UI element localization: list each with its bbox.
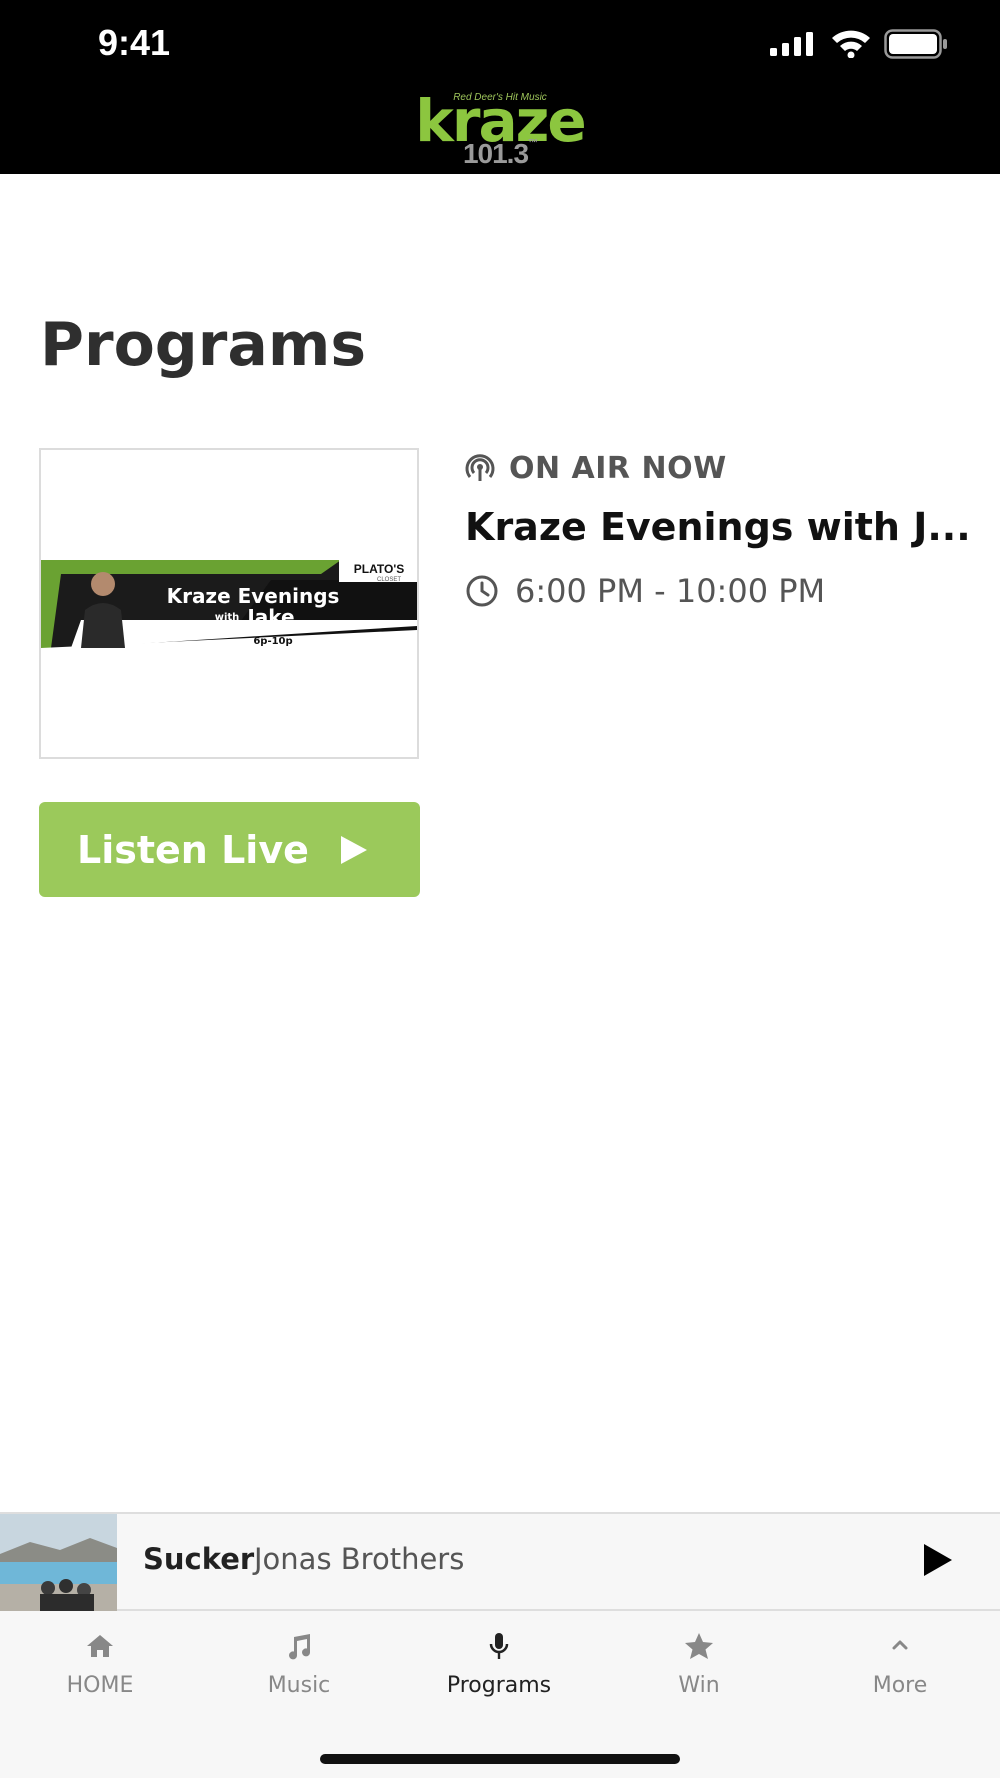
on-air-indicator: ON AIR NOW <box>465 448 727 488</box>
star-icon <box>685 1633 713 1659</box>
microphone-icon <box>489 1633 509 1659</box>
tab-bar: HOME Music Programs Win More <box>0 1611 1000 1778</box>
program-time-label: 6:00 PM - 10:00 PM <box>515 572 826 610</box>
tab-more-label: More <box>872 1673 928 1698</box>
logo-frequency: 101.3™ <box>462 138 538 169</box>
program-image[interactable]: Kraze Evenings with Jake 6p-10p PLATO'S … <box>39 448 419 759</box>
tab-music-label: Music <box>267 1673 331 1698</box>
tab-home[interactable]: HOME <box>10 1629 190 1698</box>
banner-title-with: with <box>215 612 240 623</box>
listen-live-label: Listen Live <box>77 827 309 872</box>
tab-programs-label: Programs <box>446 1673 552 1698</box>
page-title: Programs <box>40 310 367 380</box>
station-logo: Red Deer's Hit Music kraze 101.3™ <box>400 92 600 172</box>
tab-win-label: Win <box>678 1673 720 1698</box>
now-playing-title: Sucker <box>143 1542 255 1576</box>
play-button[interactable] <box>922 1542 954 1578</box>
program-banner: Kraze Evenings with Jake 6p-10p PLATO'S … <box>41 560 417 648</box>
music-note-icon <box>289 1634 311 1660</box>
tab-music[interactable]: Music <box>209 1629 389 1698</box>
play-icon <box>340 835 367 864</box>
broadcast-icon <box>465 454 495 481</box>
cellular-signal-icon <box>770 32 813 56</box>
tab-more[interactable]: More <box>810 1629 990 1698</box>
sponsor-logo-sub: CLOSET <box>377 577 401 583</box>
sponsor-logo: PLATO'S <box>354 562 404 576</box>
tab-home-label: HOME <box>66 1673 134 1698</box>
app-header: 9:41 Red Deer's Hit Music kraze 101.3™ <box>0 0 1000 174</box>
status-time: 9:41 <box>98 22 171 63</box>
program-name[interactable]: Kraze Evenings with J... <box>465 502 975 552</box>
battery-icon <box>884 29 947 59</box>
banner-hours: 6p-10p <box>253 636 292 647</box>
on-air-label: ON AIR NOW <box>509 450 727 486</box>
tab-win[interactable]: Win <box>609 1629 789 1698</box>
listen-live-button[interactable]: Listen Live <box>39 802 420 897</box>
chevron-up-icon <box>892 1640 908 1650</box>
wifi-icon <box>832 30 870 58</box>
tab-programs[interactable]: Programs <box>409 1629 589 1698</box>
now-playing-bar[interactable]: Sucker Jonas Brothers <box>0 1512 1000 1611</box>
program-time: 6:00 PM - 10:00 PM <box>465 572 825 610</box>
home-icon <box>87 1635 113 1657</box>
home-indicator[interactable] <box>320 1754 680 1764</box>
album-art <box>0 1514 117 1611</box>
now-playing-artist: Jonas Brothers <box>254 1542 465 1576</box>
clock-icon <box>466 575 498 607</box>
banner-title-line2: Jake <box>245 605 294 629</box>
